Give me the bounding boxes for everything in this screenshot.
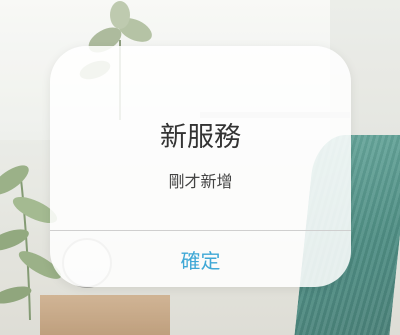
confirm-button[interactable]: 確定: [50, 231, 351, 287]
alert-dialog: 新服務 剛才新增 確定: [50, 46, 351, 287]
dialog-title: 新服務: [160, 122, 241, 153]
dialog-message: 剛才新增: [168, 172, 233, 191]
screen: 新服務 剛才新增 確定: [0, 0, 400, 335]
